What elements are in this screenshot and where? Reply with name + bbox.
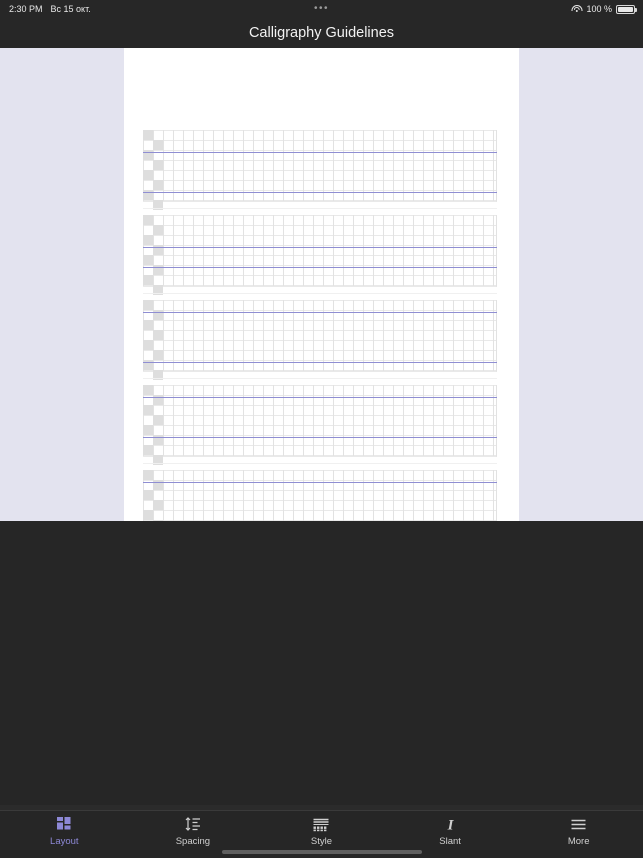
nib-ladder-block (153, 140, 163, 150)
guideline-baseline-rule (143, 362, 497, 364)
nib-ladder-block (143, 300, 153, 310)
nib-ladder-block (153, 180, 163, 190)
guideline-band (143, 130, 497, 210)
guideline-grid (143, 385, 497, 457)
nib-ladder-block (153, 160, 163, 170)
tab-label: Style (310, 836, 333, 847)
nib-ladder-block (153, 415, 163, 425)
hamburger-menu-icon (571, 817, 586, 832)
control-panel: Nib Type Pointed pen Broad pen Layout A4… (0, 521, 643, 805)
style-lines-icon (313, 817, 329, 832)
preview-canvas[interactable] (0, 48, 643, 521)
band-divider (143, 208, 497, 209)
title-bar: Calligraphy Guidelines (0, 18, 643, 48)
tab-label: Spacing (175, 836, 211, 847)
nib-ladder-block (143, 405, 153, 415)
layout-grid-icon (56, 817, 72, 832)
nib-ladder-block (143, 130, 153, 140)
status-bar: 2:30 PM Вс 15 окт. ••• 100 % (0, 0, 643, 18)
guideline-ascender-rule (143, 247, 497, 249)
tab-spacing[interactable]: Spacing (129, 811, 258, 847)
nib-ladder-block (153, 500, 163, 510)
guideline-ascender-rule (143, 312, 497, 314)
svg-text:I: I (446, 818, 454, 833)
status-bar-right: 100 % (571, 4, 637, 14)
nib-ladder-block (153, 350, 163, 360)
nib-ladder-block (143, 170, 153, 180)
guideline-band (143, 215, 497, 295)
status-center-dots: ••• (313, 3, 329, 14)
wifi-icon (571, 5, 583, 14)
nib-ladder-block (143, 340, 153, 350)
guideline-grid (143, 470, 497, 521)
guideline-baseline-rule (143, 437, 497, 439)
guideline-ascender-rule (143, 482, 497, 484)
band-divider (143, 293, 497, 294)
nib-ladder-block (153, 225, 163, 235)
nib-ladder-block (143, 215, 153, 225)
nib-ladder-block (143, 235, 153, 245)
guideline-baseline-rule (143, 267, 497, 269)
guideline-baseline-rule (143, 192, 497, 194)
tab-more[interactable]: More (514, 811, 643, 847)
nib-ladder-block (143, 385, 153, 395)
guideline-grid (143, 215, 497, 287)
nib-ladder-block (143, 445, 153, 455)
tab-style[interactable]: Style (257, 811, 386, 847)
app-root: 2:30 PM Вс 15 окт. ••• 100 % Calligraphy… (0, 0, 643, 858)
nib-ladder-block (143, 425, 153, 435)
nib-ladder-block (143, 490, 153, 500)
battery-full-icon (616, 4, 637, 14)
tab-label: More (567, 836, 590, 847)
nib-ladder-block (143, 470, 153, 480)
guideline-band (143, 300, 497, 380)
paper-sheet[interactable] (124, 48, 519, 521)
tab-label: Layout (50, 836, 79, 847)
nib-ladder-block (143, 275, 153, 285)
nib-ladder-block (143, 255, 153, 265)
band-divider (143, 378, 497, 379)
guideline-band (143, 470, 497, 521)
nib-ladder (143, 470, 163, 521)
nib-ladder-block (143, 320, 153, 330)
nib-ladder (143, 215, 163, 295)
tab-slant[interactable]: I Slant (386, 811, 515, 848)
guideline-band (143, 385, 497, 465)
tab-layout[interactable]: Layout (0, 811, 129, 847)
guideline-ascender-rule (143, 152, 497, 154)
band-divider (143, 463, 497, 464)
tab-label: Slant (439, 836, 461, 847)
battery-percent-label: 100 % (586, 4, 612, 14)
page-title: Calligraphy Guidelines (248, 25, 395, 41)
nib-ladder-block (153, 330, 163, 340)
line-spacing-icon (185, 817, 201, 832)
home-indicator (221, 850, 422, 854)
nib-ladder-block (143, 510, 153, 520)
nib-ladder (143, 385, 163, 465)
guideline-ascender-rule (143, 397, 497, 399)
italic-slant-icon: I (444, 817, 457, 833)
